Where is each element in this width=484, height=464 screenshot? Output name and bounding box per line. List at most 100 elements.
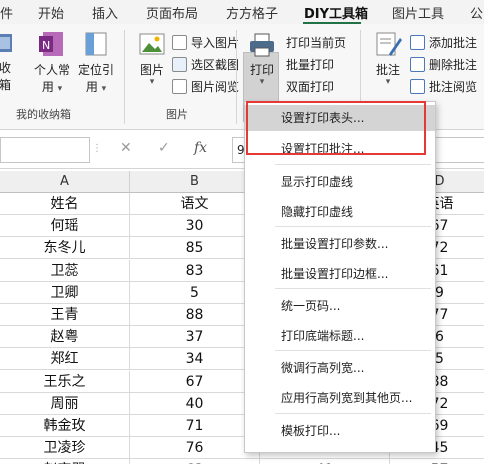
highlight-annotation-box [246, 101, 426, 155]
cell-name[interactable]: 王乐之 [0, 370, 130, 393]
name-box[interactable] [0, 137, 90, 163]
menu-item-6[interactable]: 批量设置打印边框... [245, 261, 435, 287]
personal-favorites-button[interactable]: N 个人常 用 ▾ [30, 30, 74, 95]
svg-text:N: N [42, 39, 50, 52]
menu-separator [275, 164, 431, 165]
cell-chinese[interactable]: 76 [130, 437, 260, 460]
group-separator [124, 30, 125, 124]
print-button[interactable]: 打印 ▾ [244, 32, 280, 87]
duplex-print-label: 双面打印 [286, 79, 335, 94]
menu-item-8[interactable]: 打印底端标题... [245, 323, 435, 349]
personal-favorites-label: 个人常 [33, 63, 70, 77]
favorites-cut-label: 收 [0, 61, 11, 75]
picture-browse-label: 图片阅览 [191, 79, 240, 94]
comment-label: 批注 [375, 63, 400, 77]
tab-picture-tools[interactable]: 图片工具 [392, 3, 444, 22]
comment-icon [376, 32, 402, 56]
picture-label: 图片 [139, 63, 164, 77]
cell-name[interactable]: 王青 [0, 304, 130, 326]
tab-home[interactable]: 开始 [38, 3, 64, 22]
confirm-icon[interactable]: ✓ [158, 140, 170, 156]
print-label: 打印 [249, 63, 274, 77]
menu-item-5[interactable]: 批量设置打印参数... [245, 231, 435, 257]
cell-chinese[interactable]: 85 [130, 237, 260, 260]
batch-print-button[interactable]: 批量打印 [286, 54, 334, 74]
cell-chinese[interactable]: 83 [130, 259, 260, 282]
group-label-favorites: 我的收纳箱 [16, 108, 71, 121]
cell-chinese[interactable]: 37 [130, 326, 260, 349]
cell-chinese[interactable]: 63 [130, 459, 260, 464]
duplex-print-button[interactable]: 双面打印 [286, 76, 334, 96]
screenshot-icon [172, 56, 187, 72]
cell-chinese[interactable]: 34 [130, 348, 260, 371]
menu-item-7[interactable]: 统一页码... [245, 293, 435, 319]
print-current-page-button[interactable]: 打印当前页 [286, 32, 346, 52]
cell-math[interactable]: 41 [260, 459, 390, 464]
menu-separator [275, 226, 431, 227]
column-header-a[interactable]: A [0, 171, 130, 193]
menu-item-4[interactable]: 隐藏打印虚线 [245, 199, 435, 225]
cell-chinese[interactable]: 67 [130, 370, 260, 393]
cell-chinese[interactable]: 88 [130, 304, 260, 326]
comment-button[interactable]: 批注 ▾ [370, 30, 406, 87]
tab-diy-toolbox[interactable]: DIY工具箱 [304, 3, 368, 22]
menu-item-11[interactable]: 模板打印... [245, 418, 435, 444]
tab-fangfang[interactable]: 方方格子 [226, 3, 278, 22]
selection-screenshot-label: 选区截图 [191, 57, 240, 72]
cell-name[interactable]: 卫卿 [0, 281, 130, 304]
menu-item-9[interactable]: 微调行高列宽... [245, 355, 435, 381]
delete-comment-icon [410, 56, 425, 72]
tab-page-layout[interactable]: 页面布局 [146, 3, 198, 22]
cell-name[interactable]: 赵粤 [0, 326, 130, 349]
picture-button[interactable]: 图片 ▾ [134, 30, 170, 87]
menu-separator [275, 288, 431, 289]
menu-item-3[interactable]: 显示打印虚线 [245, 169, 435, 195]
comment-browse-label: 批注阅览 [429, 79, 478, 94]
import-picture-button[interactable]: 导入图片 [172, 32, 239, 52]
tab-insert[interactable]: 插入 [92, 3, 118, 22]
locate-reference-label: 定位引 [77, 63, 114, 77]
folder-icon [0, 34, 12, 52]
column-header-b[interactable]: B [130, 171, 260, 193]
picture-browse-button[interactable]: 图片阅览 [172, 76, 239, 96]
locate-reference-button[interactable]: 定位引 用 ▾ [74, 30, 118, 95]
tab-more[interactable]: 公 [470, 3, 483, 22]
cell-name[interactable]: 卫凌珍 [0, 437, 130, 460]
comment-browse-icon [410, 78, 425, 94]
selection-screenshot-button[interactable]: 选区截图 [172, 54, 239, 74]
cell-chinese[interactable]: 40 [130, 392, 260, 415]
chevron-down-icon: ▾ [259, 77, 265, 87]
favorites-cut-button[interactable]: 收 箱 [0, 30, 16, 93]
add-comment-button[interactable]: 添加批注 [410, 32, 477, 52]
name-box-separator: ⋮ [92, 143, 102, 154]
delete-comment-button[interactable]: 删除批注 [410, 54, 477, 74]
chevron-down-icon: ▾ [57, 84, 63, 94]
personal-favorites-sub: 用 [41, 80, 54, 94]
batch-print-label: 批量打印 [286, 57, 335, 72]
add-comment-icon [410, 34, 425, 50]
cell-name[interactable]: 卫蕊 [0, 259, 130, 282]
cell-name[interactable]: 赵宇翠 [0, 459, 130, 464]
tab-file[interactable]: 件 [0, 3, 13, 22]
chevron-down-icon: ▾ [385, 77, 391, 87]
cell-name[interactable]: 东冬儿 [0, 237, 130, 260]
cell-english[interactable]: 57 [390, 459, 484, 464]
cell-name[interactable]: 周丽 [0, 392, 130, 415]
header-cell-name[interactable]: 姓名 [0, 193, 130, 215]
header-cell-chinese[interactable]: 语文 [130, 193, 260, 215]
cancel-icon[interactable]: ✕ [120, 140, 132, 156]
cell-name[interactable]: 何瑶 [0, 215, 130, 238]
cell-chinese[interactable]: 30 [130, 215, 260, 238]
group-label-picture: 图片 [166, 108, 188, 121]
chevron-down-icon: ▾ [101, 84, 107, 94]
import-picture-icon [172, 34, 187, 50]
menu-item-10[interactable]: 应用行高列宽到其他页... [245, 385, 435, 411]
reference-icon [85, 32, 107, 56]
cell-chinese[interactable]: 5 [130, 281, 260, 304]
fx-icon[interactable]: fx [194, 140, 207, 156]
cell-chinese[interactable]: 71 [130, 415, 260, 437]
group-separator [236, 30, 237, 124]
cell-name[interactable]: 郑红 [0, 348, 130, 371]
comment-browse-button[interactable]: 批注阅览 [410, 76, 477, 96]
cell-name[interactable]: 韩金玫 [0, 415, 130, 437]
